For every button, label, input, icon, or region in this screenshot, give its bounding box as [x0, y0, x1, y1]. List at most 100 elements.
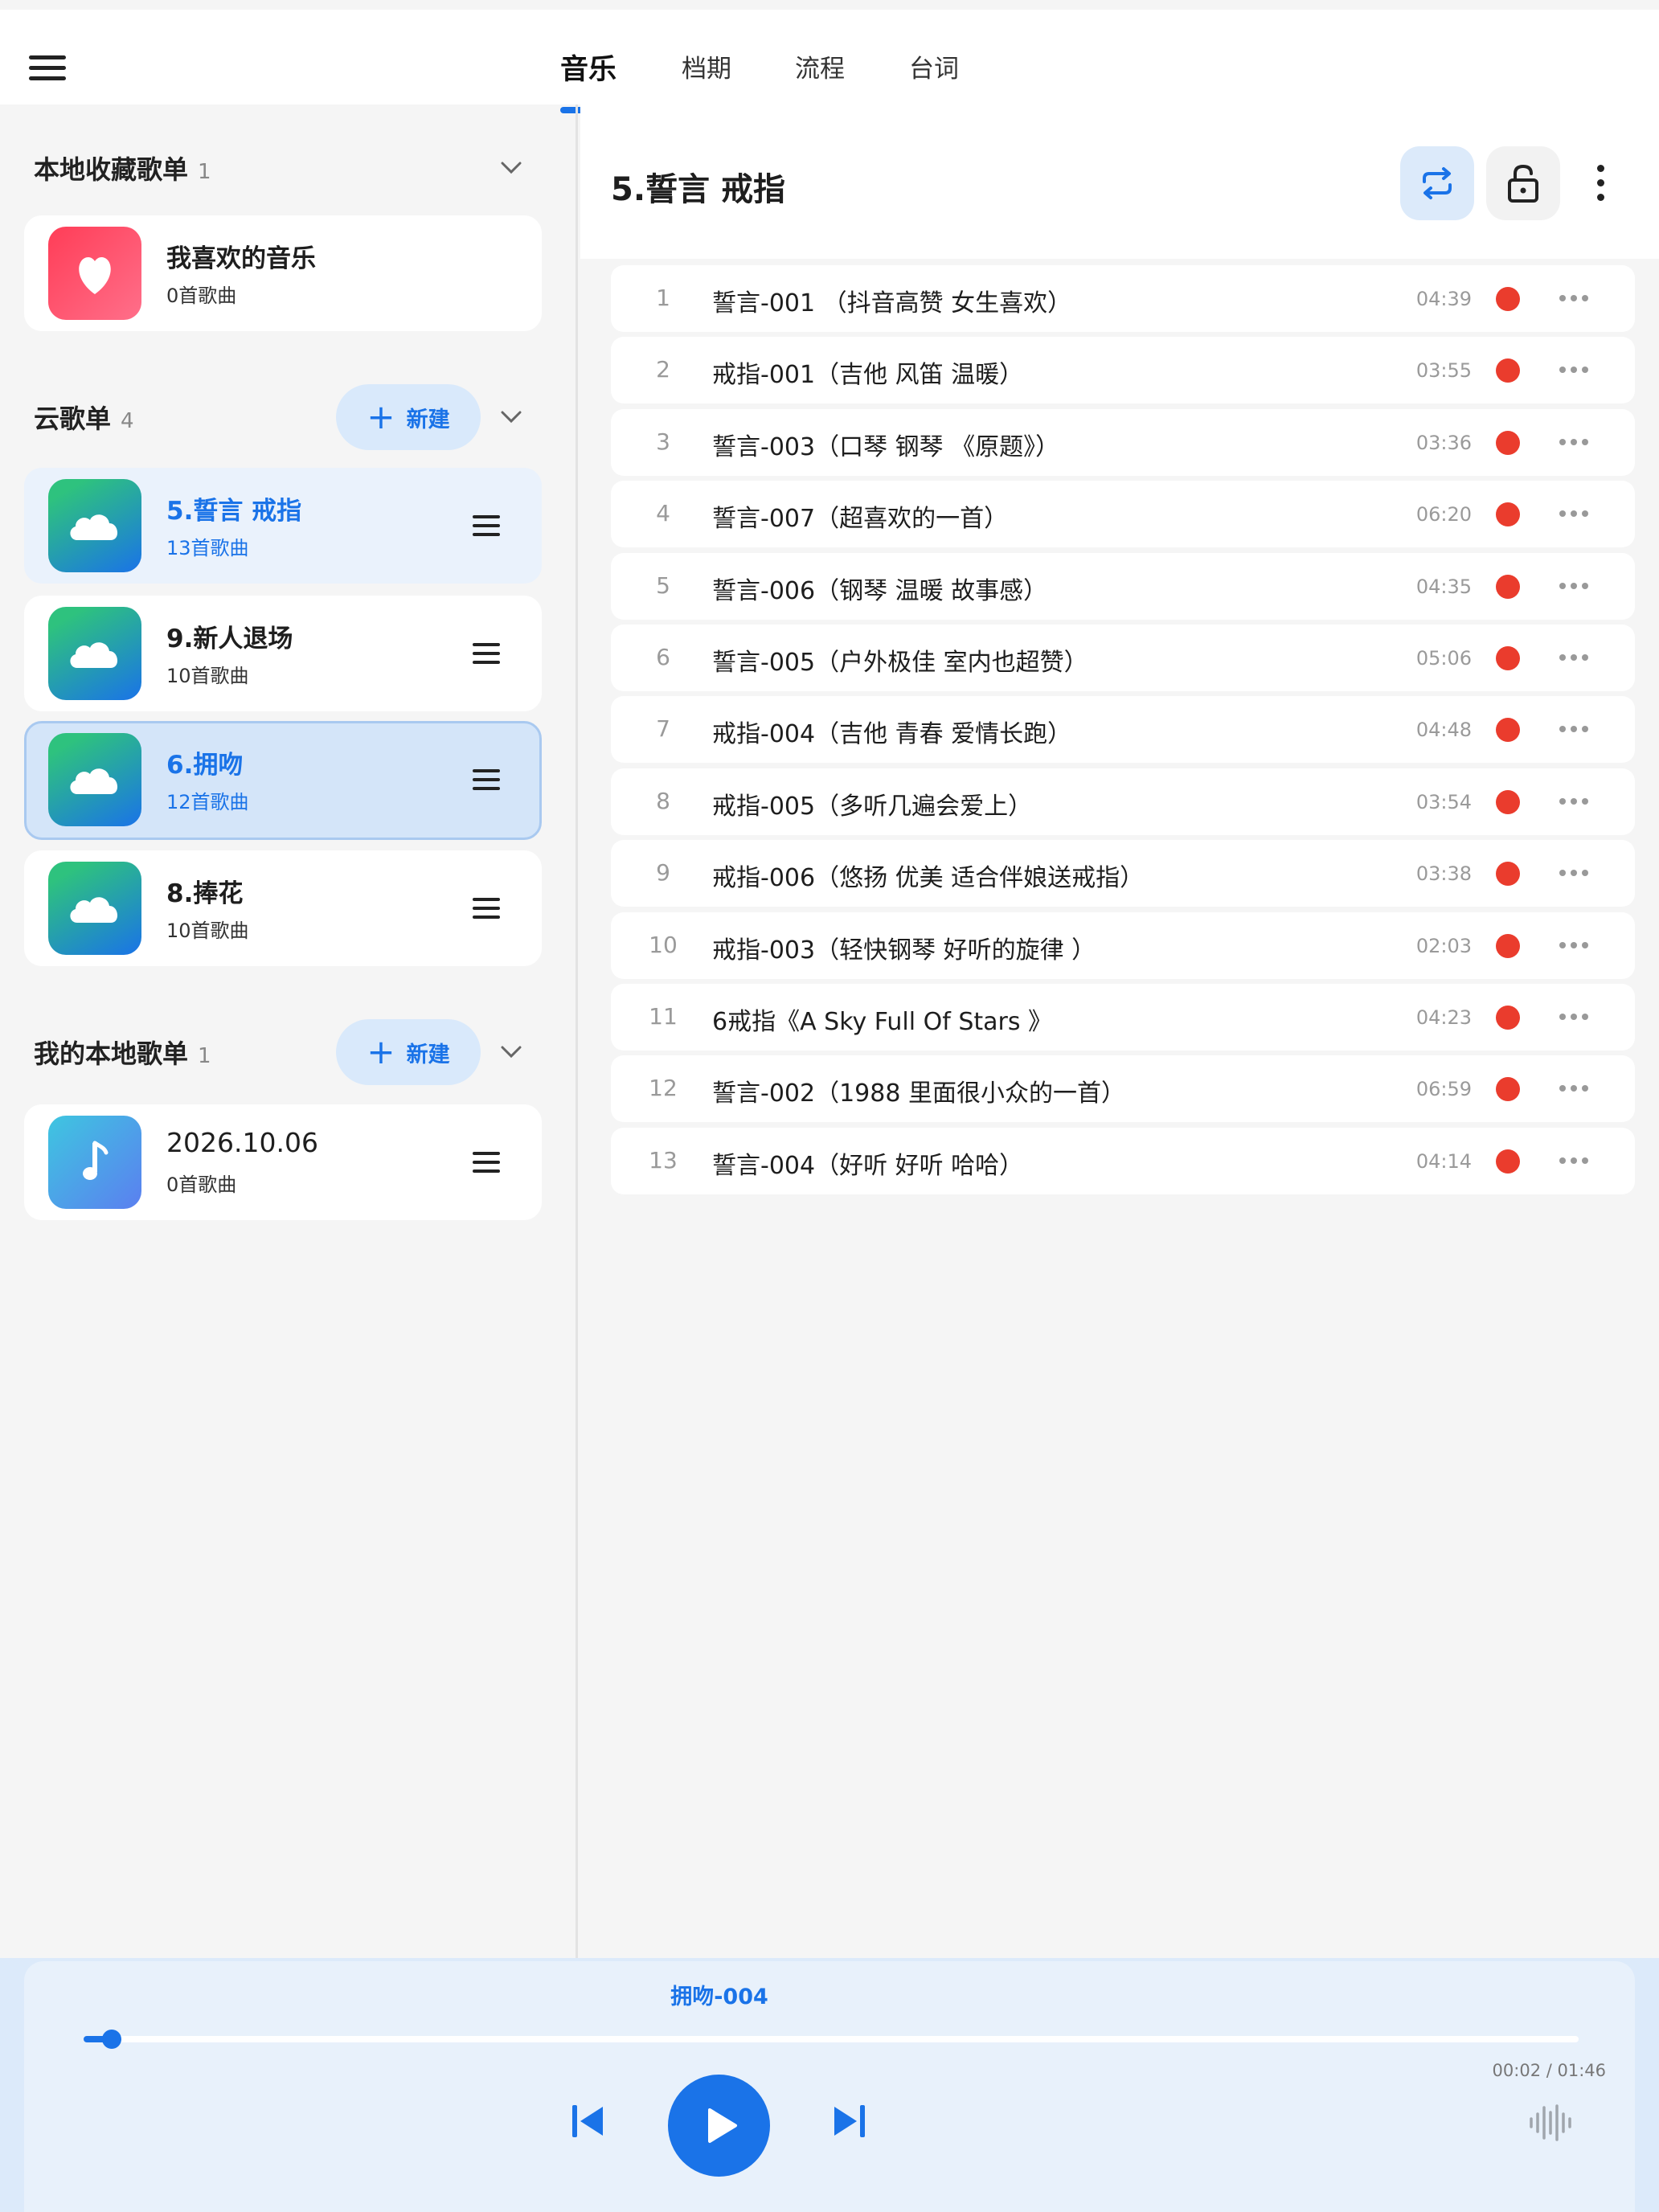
play-icon: [708, 2108, 737, 2143]
track-duration: 03:36: [1415, 431, 1472, 454]
chevron-down-icon[interactable]: [500, 405, 522, 428]
drag-handle-icon[interactable]: [473, 769, 500, 790]
more-options-icon[interactable]: [1559, 939, 1591, 952]
drag-handle-icon[interactable]: [473, 898, 500, 919]
track-row[interactable]: 7 戒指-004（吉他 青春 爱情长跑） 04:48: [611, 696, 1635, 764]
drag-handle-icon[interactable]: [473, 1152, 500, 1173]
playlist-card-cloud-1[interactable]: 5.誓言 戒指 13首歌曲: [24, 468, 542, 584]
track-row[interactable]: 3 誓言-003（口琴 钢琴 《原题》） 03:36: [611, 408, 1635, 476]
track-duration: 03:55: [1415, 359, 1472, 383]
more-options-icon[interactable]: [1559, 507, 1591, 520]
track-number: 6: [656, 643, 670, 670]
record-indicator-icon: [1496, 430, 1520, 455]
playlist-card-cloud-3[interactable]: 6.拥吻 12首歌曲: [24, 721, 542, 840]
next-track-icon[interactable]: [830, 2101, 870, 2141]
playlist-header: 5.誓言 戒指: [580, 104, 1659, 259]
track-row[interactable]: 13 誓言-004（好听 好听 哈哈） 04:14: [611, 1127, 1635, 1194]
more-options-icon[interactable]: [1559, 436, 1591, 449]
chevron-down-icon[interactable]: [500, 1040, 522, 1063]
more-options-icon[interactable]: [1559, 795, 1591, 808]
more-options-icon[interactable]: [1559, 866, 1591, 879]
track-row[interactable]: 9 戒指-006（悠扬 优美 适合伴娘送戒指） 03:38: [611, 840, 1635, 907]
new-label: 新建: [406, 1042, 450, 1067]
track-number: 11: [649, 1002, 678, 1030]
track-row[interactable]: 4 誓言-007（超喜欢的一首） 06:20: [611, 481, 1635, 548]
playlist-card-cloud-2[interactable]: 9.新人退场 10首歌曲: [24, 596, 542, 711]
track-row[interactable]: 6 誓言-005（户外极佳 室内也超赞） 05:06: [611, 624, 1635, 691]
playlist-count: 0首歌曲: [166, 1174, 237, 1196]
play-button[interactable]: [668, 2075, 770, 2177]
new-cloud-playlist-button[interactable]: + 新建: [336, 384, 481, 450]
plus-icon: +: [367, 1032, 395, 1071]
tab-schedule[interactable]: 档期: [682, 48, 731, 84]
track-name: 戒指-003（轻快钢琴 好听的旋律 ）: [712, 936, 1096, 965]
more-options-icon[interactable]: [1559, 1154, 1591, 1167]
more-options-icon[interactable]: [1559, 651, 1591, 664]
more-options-icon[interactable]: [1559, 1010, 1591, 1023]
more-options-icon[interactable]: [1559, 580, 1591, 592]
record-indicator-icon: [1496, 789, 1520, 814]
tab-music[interactable]: 音乐: [560, 47, 616, 88]
track-number: 13: [649, 1146, 678, 1174]
new-local-playlist-button[interactable]: + 新建: [336, 1019, 481, 1085]
cloud-count: 4: [121, 409, 134, 433]
playlist-title: 8.捧花: [166, 879, 244, 908]
track-row[interactable]: 12 誓言-002（1988 里面很小众的一首） 06:59: [611, 1055, 1635, 1123]
playlist-title: 6.拥吻: [166, 751, 244, 780]
drag-handle-icon[interactable]: [473, 515, 500, 536]
progress-knob[interactable]: [102, 2030, 122, 2049]
playlist-title: 5.誓言 戒指: [166, 497, 302, 526]
chevron-down-icon[interactable]: [500, 156, 522, 178]
track-row[interactable]: 2 戒指-001（吉他 风笛 温暖） 03:55: [611, 337, 1635, 404]
track-duration: 04:35: [1415, 575, 1472, 598]
track-number: 7: [656, 715, 670, 743]
playlist-card-local-1[interactable]: 2026.10.06 0首歌曲: [24, 1104, 542, 1220]
tab-process[interactable]: 流程: [795, 48, 845, 84]
track-row[interactable]: 10 戒指-003（轻快钢琴 好听的旋律 ） 02:03: [611, 911, 1635, 979]
track-duration: 04:14: [1415, 1149, 1472, 1173]
more-options-icon[interactable]: [1559, 1082, 1591, 1095]
track-number: 10: [649, 931, 678, 958]
more-options-icon[interactable]: [1559, 723, 1591, 735]
more-options-icon[interactable]: [1559, 292, 1591, 305]
track-name: 誓言-005（户外极佳 室内也超赞）: [712, 648, 1088, 677]
progress-slider[interactable]: [84, 2030, 1579, 2049]
track-number: 3: [656, 428, 670, 455]
playlist-count: 12首歌曲: [166, 791, 249, 813]
lock-button[interactable]: [1486, 146, 1560, 220]
record-indicator-icon: [1496, 1077, 1520, 1102]
playlist-card-cloud-4[interactable]: 8.捧花 10首歌曲: [24, 850, 542, 966]
track-row[interactable]: 11 6戒指《A Sky Full Of Stars 》 04:23: [611, 983, 1635, 1051]
now-playing-title: 拥吻-004: [670, 1985, 768, 2009]
playlist-title: 9.新人退场: [166, 625, 293, 653]
track-number: 9: [656, 859, 670, 887]
track-duration: 02:03: [1415, 934, 1472, 957]
playlist-title: 我喜欢的音乐: [166, 244, 316, 273]
top-bar: 音乐 档期 流程 台词: [0, 10, 1659, 113]
repeat-button[interactable]: [1400, 146, 1474, 220]
track-duration: 03:54: [1415, 790, 1472, 813]
track-name: 誓言-001 （抖音高赞 女生喜欢）: [712, 289, 1072, 317]
track-row[interactable]: 1 誓言-001 （抖音高赞 女生喜欢） 04:39: [611, 265, 1635, 332]
more-options-icon[interactable]: [1559, 363, 1591, 376]
record-indicator-icon: [1496, 1149, 1520, 1174]
playlist-title: 5.誓言 戒指: [611, 171, 785, 208]
playlist-count: 13首歌曲: [166, 537, 249, 559]
new-label: 新建: [406, 407, 450, 432]
playlist-count: 10首歌曲: [166, 920, 249, 942]
menu-icon[interactable]: [29, 55, 66, 81]
playlist-card-favorites[interactable]: 我喜欢的音乐 0首歌曲: [24, 215, 542, 331]
track-row[interactable]: 8 戒指-005（多听几遍会爱上） 03:54: [611, 768, 1635, 835]
previous-track-icon[interactable]: [567, 2101, 608, 2141]
cloud-icon: [48, 862, 141, 955]
waveform-icon[interactable]: [1527, 2103, 1574, 2143]
track-number: 1: [656, 285, 670, 311]
track-row[interactable]: 5 誓言-006（钢琴 温暖 故事感） 04:35: [611, 552, 1635, 620]
track-number: 4: [656, 500, 670, 527]
playlist-count: 0首歌曲: [166, 285, 237, 307]
drag-handle-icon[interactable]: [473, 643, 500, 664]
tab-lines[interactable]: 台词: [909, 48, 959, 84]
track-name: 誓言-007（超喜欢的一首）: [712, 505, 1009, 534]
more-options-icon[interactable]: [1589, 165, 1610, 202]
record-indicator-icon: [1496, 1005, 1520, 1030]
